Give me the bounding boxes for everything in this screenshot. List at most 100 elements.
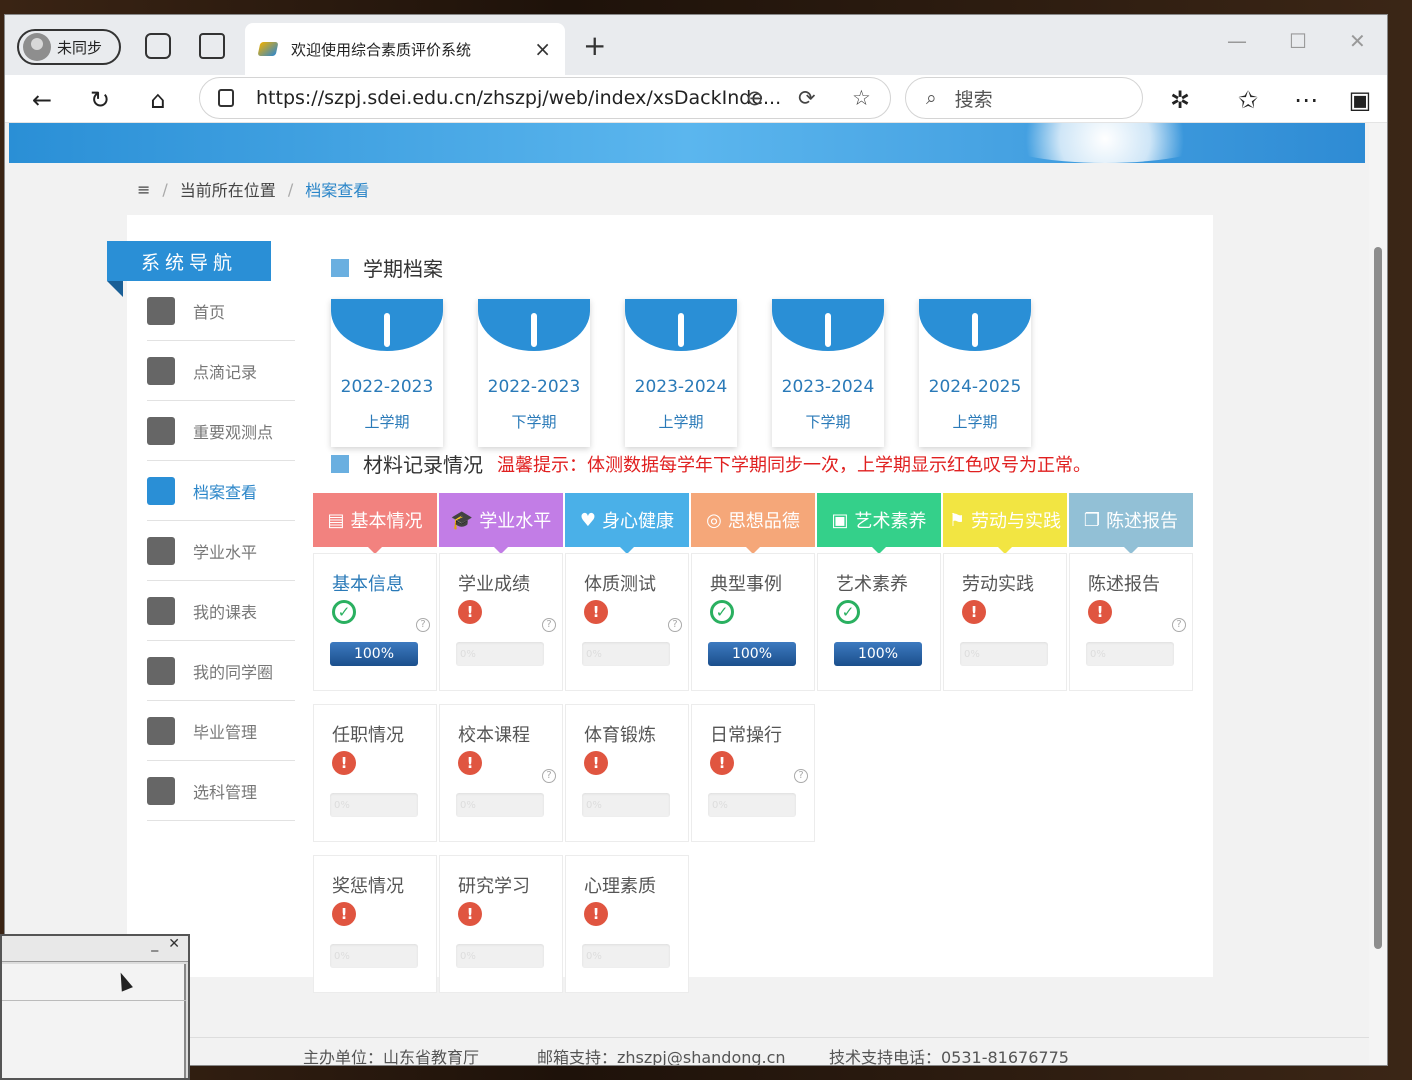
- card-title: 典型事例: [710, 574, 782, 595]
- semester-term: 上学期: [658, 413, 704, 431]
- category-tab[interactable]: ▣ 艺术素养: [817, 493, 941, 554]
- close-window-button[interactable]: ✕: [1349, 29, 1366, 53]
- workspaces-icon[interactable]: [145, 33, 171, 59]
- nav-item-label: 我的同学圈: [193, 662, 274, 682]
- semester-folder[interactable]: 2022-2023 上学期: [331, 299, 443, 447]
- nav-item-label: 我的课表: [193, 602, 258, 622]
- record-card[interactable]: 日常操行!? 0%: [691, 704, 815, 842]
- nav-title: 系统导航: [107, 241, 271, 297]
- record-card[interactable]: 基本信息 ✓? 100%: [313, 553, 437, 691]
- nav-item-observation[interactable]: 重要观测点: [147, 401, 295, 461]
- category-tab[interactable]: 🎓 学业水平: [439, 493, 563, 554]
- card-title: 劳动实践: [962, 574, 1034, 595]
- progress-label: 0%: [586, 950, 602, 962]
- nav-item-home[interactable]: 首页: [147, 281, 295, 341]
- zoom-out-icon[interactable]: ⊖: [746, 86, 764, 110]
- more-menu-icon[interactable]: ⋯: [1289, 83, 1323, 117]
- url-text: https://szpj.sdei.edu.cn/zhszpj/web/inde…: [256, 87, 782, 109]
- search-input[interactable]: ⌕ 搜索: [905, 77, 1143, 119]
- category-icon: ▤: [327, 509, 345, 531]
- favorites-icon[interactable]: ✩: [1231, 83, 1265, 117]
- progress-bar: 0%: [582, 944, 670, 968]
- progress-label: 100%: [834, 642, 922, 666]
- lock-icon[interactable]: [218, 89, 234, 107]
- menu-toggle-icon[interactable]: ≡: [137, 180, 150, 199]
- category-label: 陈述报告: [1106, 511, 1179, 532]
- record-card[interactable]: 劳动实践! 0%: [943, 553, 1067, 691]
- section-square-icon: [331, 258, 351, 279]
- mini-close-button[interactable]: ✕: [168, 936, 180, 961]
- nav-item-graduation[interactable]: 毕业管理: [147, 701, 295, 761]
- favorite-star-icon[interactable]: ☆: [852, 86, 871, 110]
- help-icon[interactable]: ?: [542, 618, 556, 632]
- category-tab[interactable]: ♥ 身心健康: [565, 493, 689, 554]
- semester-folder[interactable]: 2024-2025 上学期: [919, 299, 1031, 447]
- sidebar-toggle-icon[interactable]: ▣: [1343, 83, 1377, 117]
- nav-item-classmates[interactable]: 我的同学圈: [147, 641, 295, 701]
- nav-item-label: 首页: [193, 302, 226, 322]
- clipboard-check-icon: [147, 776, 175, 805]
- nav-item-label: 点滴记录: [193, 362, 258, 382]
- breadcrumb-location: 当前所在位置: [179, 181, 276, 200]
- floating-mini-window[interactable]: _ ✕: [0, 934, 190, 1080]
- semester-folder[interactable]: 2022-2023 下学期: [478, 299, 590, 447]
- card-title: 艺术素养: [836, 574, 908, 595]
- category-tab[interactable]: ❐ 陈述报告: [1069, 493, 1193, 554]
- folder-lid-icon: [478, 299, 590, 351]
- refresh-button[interactable]: ↻: [83, 83, 117, 117]
- search-placeholder: 搜索: [954, 88, 993, 111]
- mini-window-body: [2, 964, 186, 1078]
- card-title: 基本信息: [332, 574, 404, 595]
- record-card[interactable]: 研究学习! 0%: [439, 855, 563, 993]
- read-aloud-icon[interactable]: ⟳: [798, 86, 816, 110]
- semester-term: 下学期: [805, 413, 851, 431]
- address-bar[interactable]: https://szpj.sdei.edu.cn/zhszpj/web/inde…: [199, 77, 891, 119]
- tab-actions-icon[interactable]: [199, 33, 225, 59]
- record-card[interactable]: 校本课程!? 0%: [439, 704, 563, 842]
- nav-item-records[interactable]: 点滴记录: [147, 341, 295, 401]
- category-icon: ▣: [831, 509, 849, 531]
- nav-item-subjects[interactable]: 选科管理: [147, 761, 295, 821]
- profile-button[interactable]: 未同步: [17, 29, 121, 65]
- record-card[interactable]: 典型事例 ✓ 100%: [691, 553, 815, 691]
- category-tab[interactable]: ◎ 思想品德: [691, 493, 815, 554]
- maximize-button[interactable]: ☐: [1289, 29, 1307, 53]
- record-card[interactable]: 任职情况! 0%: [313, 704, 437, 842]
- record-card[interactable]: 心理素质! 0%: [565, 855, 689, 993]
- category-tab[interactable]: ⚑ 劳动与实践: [943, 493, 1067, 554]
- help-icon[interactable]: ?: [416, 618, 430, 632]
- help-icon[interactable]: ?: [542, 769, 556, 783]
- record-card[interactable]: 陈述报告!? 0%: [1069, 553, 1193, 691]
- record-card[interactable]: 学业成绩!? 0%: [439, 553, 563, 691]
- record-card[interactable]: 奖惩情况! 0%: [313, 855, 437, 993]
- record-card[interactable]: 体育锻炼! 0%: [565, 704, 689, 842]
- record-card[interactable]: 体质测试!? 0%: [565, 553, 689, 691]
- banner-decoration: [995, 123, 1215, 163]
- breadcrumb-current[interactable]: 档案查看: [305, 177, 369, 201]
- help-icon[interactable]: ?: [1172, 618, 1186, 632]
- help-icon[interactable]: ?: [794, 769, 808, 783]
- minimize-button[interactable]: —: [1227, 29, 1247, 53]
- category-tab[interactable]: ▤ 基本情况: [313, 493, 437, 554]
- nav-item-academic[interactable]: 学业水平: [147, 521, 295, 581]
- profile-label: 未同步: [57, 38, 103, 57]
- exclamation-circle-icon: !: [458, 751, 482, 775]
- progress-bar: 0%: [582, 793, 670, 817]
- record-card[interactable]: 艺术素养 ✓ 100%: [817, 553, 941, 691]
- category-icon: ⚑: [948, 509, 966, 531]
- tab-active[interactable]: 欢迎使用综合素质评价系统 ×: [245, 23, 565, 75]
- page-scrollbar[interactable]: [1369, 123, 1387, 1065]
- help-icon[interactable]: ?: [668, 618, 682, 632]
- back-button[interactable]: ←: [25, 83, 59, 117]
- semester-folder[interactable]: 2023-2024 下学期: [772, 299, 884, 447]
- nav-item-schedule[interactable]: 我的课表: [147, 581, 295, 641]
- extensions-icon[interactable]: ✲: [1163, 83, 1197, 117]
- nav-item-archive[interactable]: 档案查看: [147, 461, 295, 521]
- new-tab-button[interactable]: +: [583, 29, 606, 62]
- tab-close-icon[interactable]: ×: [534, 37, 551, 61]
- home-button[interactable]: ⌂: [141, 83, 175, 117]
- divider: [2, 1000, 186, 1001]
- scrollbar-thumb[interactable]: [1374, 247, 1382, 949]
- semester-folder[interactable]: 2023-2024 上学期: [625, 299, 737, 447]
- mini-minimize-button[interactable]: _: [151, 936, 158, 961]
